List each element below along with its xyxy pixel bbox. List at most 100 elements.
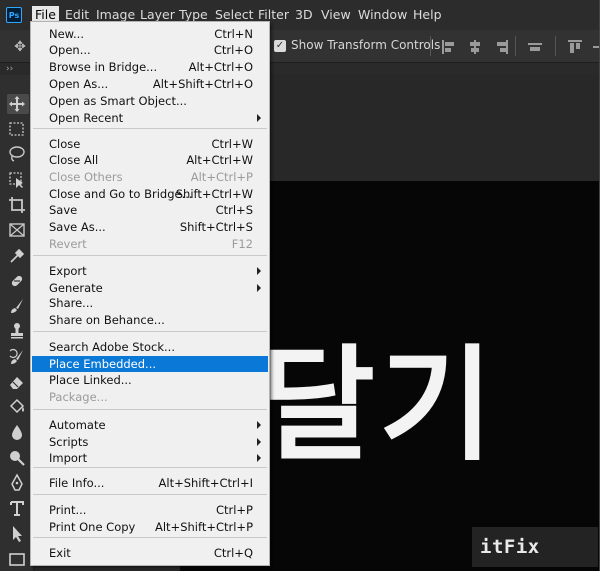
file-menu-item-open-recent[interactable]: Open Recent <box>32 110 268 126</box>
photoshop-logo-icon: Ps <box>6 7 22 23</box>
menu-item-shortcut: Ctrl+P <box>215 503 253 517</box>
menu-item-label: Exit <box>49 546 71 560</box>
menu-item-label: Close <box>49 137 81 151</box>
file-menu-item-new[interactable]: New... Ctrl+N <box>32 26 268 42</box>
show-transform-controls-checkbox[interactable]: ✓ <box>274 40 286 52</box>
menu-item-label: Print... <box>49 503 87 517</box>
tools-panel <box>0 75 34 571</box>
spot-healing-brush-icon[interactable] <box>7 271 29 291</box>
rectangle-tool-icon[interactable] <box>7 549 29 569</box>
menu-item-shortcut: Alt+Ctrl+W <box>186 153 253 167</box>
options-divider <box>430 36 431 56</box>
menu-3d[interactable]: 3D <box>292 6 316 24</box>
file-menu-item-share[interactable]: Share... <box>32 295 268 311</box>
file-menu-item-close-all[interactable]: Close All Alt+Ctrl+W <box>32 152 268 168</box>
dodge-tool-icon[interactable] <box>7 448 29 468</box>
file-menu-item-save[interactable]: Save Ctrl+S <box>32 202 268 218</box>
menu-item-shortcut: Alt+Shift+Ctrl+O <box>152 77 253 91</box>
file-menu-item-browse-in-bridge[interactable]: Browse in Bridge... Alt+Ctrl+O <box>32 59 268 75</box>
menu-item-label: Save As... <box>49 220 106 234</box>
menu-item-shortcut: Ctrl+W <box>211 137 253 151</box>
move-tool-icon[interactable] <box>7 94 29 114</box>
clone-stamp-tool-icon[interactable] <box>7 321 29 341</box>
file-menu-item-import[interactable]: Import <box>32 450 268 466</box>
eyedropper-tool-icon[interactable] <box>7 246 29 266</box>
file-menu-item-place-linked[interactable]: Place Linked... <box>32 372 268 388</box>
file-menu-item-open[interactable]: Open... Ctrl+O <box>32 42 268 58</box>
file-menu-item-scripts[interactable]: Scripts <box>32 434 268 450</box>
submenu-arrow-icon <box>257 114 261 122</box>
options-divider <box>515 36 516 56</box>
menu-window[interactable]: Window <box>355 6 410 24</box>
align-top-edges-icon[interactable] <box>567 39 583 55</box>
file-menu-dropdown: New... Ctrl+N Open... Ctrl+O Browse in Bridg… <box>30 21 270 566</box>
menu-separator <box>33 409 267 410</box>
menu-item-shortcut: Shift+Ctrl+S <box>179 220 253 234</box>
eraser-tool-icon[interactable] <box>7 372 29 392</box>
menu-item-label: Revert <box>49 237 87 251</box>
menu-item-label: Place Linked... <box>49 373 132 387</box>
path-selection-tool-icon[interactable] <box>7 524 29 544</box>
menu-view[interactable]: View <box>318 6 354 24</box>
align-right-edges-icon[interactable] <box>493 39 509 55</box>
brush-tool-icon[interactable] <box>7 296 29 316</box>
align-vertical-distribute-icon[interactable] <box>527 39 543 55</box>
menu-item-label: Open Recent <box>49 111 124 125</box>
menu-item-label: Open as Smart Object... <box>49 94 187 108</box>
file-menu-item-open-as-smart-object[interactable]: Open as Smart Object... <box>32 93 268 109</box>
lasso-tool-icon[interactable] <box>7 144 29 164</box>
menu-separator <box>33 467 267 468</box>
crop-tool-icon[interactable] <box>7 195 29 215</box>
menu-item-label: Save <box>49 203 78 217</box>
menu-item-shortcut: Ctrl+Q <box>213 546 253 560</box>
align-horizontal-centers-icon[interactable] <box>467 39 483 55</box>
file-menu-item-open-as[interactable]: Open As... Alt+Shift+Ctrl+O <box>32 76 268 92</box>
menu-item-shortcut: F12 <box>231 237 253 251</box>
canvas-text-layer: 달기 <box>261 334 498 478</box>
menu-item-shortcut: Alt+Ctrl+P <box>190 170 253 184</box>
file-menu-item-generate[interactable]: Generate <box>32 280 268 296</box>
pen-tool-icon[interactable] <box>7 473 29 493</box>
menu-item-label: Close Others <box>49 170 123 184</box>
file-menu-item-file-info[interactable]: File Info... Alt+Shift+Ctrl+I <box>32 475 268 491</box>
submenu-arrow-icon <box>257 438 261 446</box>
menu-help[interactable]: Help <box>410 6 445 24</box>
file-menu-item-revert: Revert F12 <box>32 236 268 252</box>
file-menu-item-print-one-copy[interactable]: Print One Copy Alt+Shift+Ctrl+P <box>32 519 268 535</box>
file-menu-item-print[interactable]: Print... Ctrl+P <box>32 502 268 518</box>
type-tool-icon[interactable] <box>7 498 29 518</box>
file-menu-item-share-on-behance[interactable]: Share on Behance... <box>32 312 268 328</box>
align-left-edges-icon[interactable] <box>441 39 457 55</box>
menu-item-label: Package... <box>49 390 108 404</box>
file-menu-item-place-embedded[interactable]: Place Embedded... <box>32 356 268 372</box>
menu-item-shortcut: Shift+Ctrl+W <box>175 187 253 201</box>
marquee-tool-icon[interactable] <box>7 119 29 139</box>
menu-item-label: Generate <box>49 281 103 295</box>
file-menu-item-close[interactable]: Close Ctrl+W <box>32 136 268 152</box>
file-menu-item-automate[interactable]: Automate <box>32 417 268 433</box>
menu-item-label: Browse in Bridge... <box>49 60 158 74</box>
menu-item-shortcut: Alt+Shift+Ctrl+P <box>154 520 253 534</box>
menu-item-label: File Info... <box>49 476 105 490</box>
frame-tool-icon[interactable] <box>7 220 29 240</box>
paint-bucket-tool-icon[interactable] <box>7 397 29 417</box>
file-menu-item-close-and-go-to-bridge[interactable]: Close and Go to Bridge... Shift+Ctrl+W <box>32 186 268 202</box>
file-menu-item-search-adobe-stock[interactable]: Search Adobe Stock... <box>32 339 268 355</box>
file-menu-item-exit[interactable]: Exit Ctrl+Q <box>32 545 268 561</box>
menu-separator <box>33 537 267 538</box>
history-brush-tool-icon[interactable] <box>7 347 29 367</box>
menu-item-label: New... <box>49 27 84 41</box>
file-menu-item-save-as[interactable]: Save As... Shift+Ctrl+S <box>32 219 268 235</box>
menu-item-label: Share... <box>49 296 94 310</box>
menu-item-shortcut: Ctrl+N <box>214 27 253 41</box>
object-selection-tool-icon[interactable] <box>7 170 29 190</box>
file-menu-item-close-others: Close Others Alt+Ctrl+P <box>32 169 268 185</box>
menu-item-label: Print One Copy <box>49 520 136 534</box>
file-menu-item-export[interactable]: Export <box>32 263 268 279</box>
menu-item-shortcut: Alt+Ctrl+O <box>188 60 253 74</box>
move-tool-preset-icon[interactable]: ✥ <box>12 39 28 55</box>
menu-item-shortcut: Alt+Shift+Ctrl+I <box>158 476 253 490</box>
blur-tool-icon[interactable] <box>7 423 29 443</box>
expand-tools-panel-icon[interactable]: ›› <box>6 63 13 75</box>
menu-separator <box>33 331 267 332</box>
